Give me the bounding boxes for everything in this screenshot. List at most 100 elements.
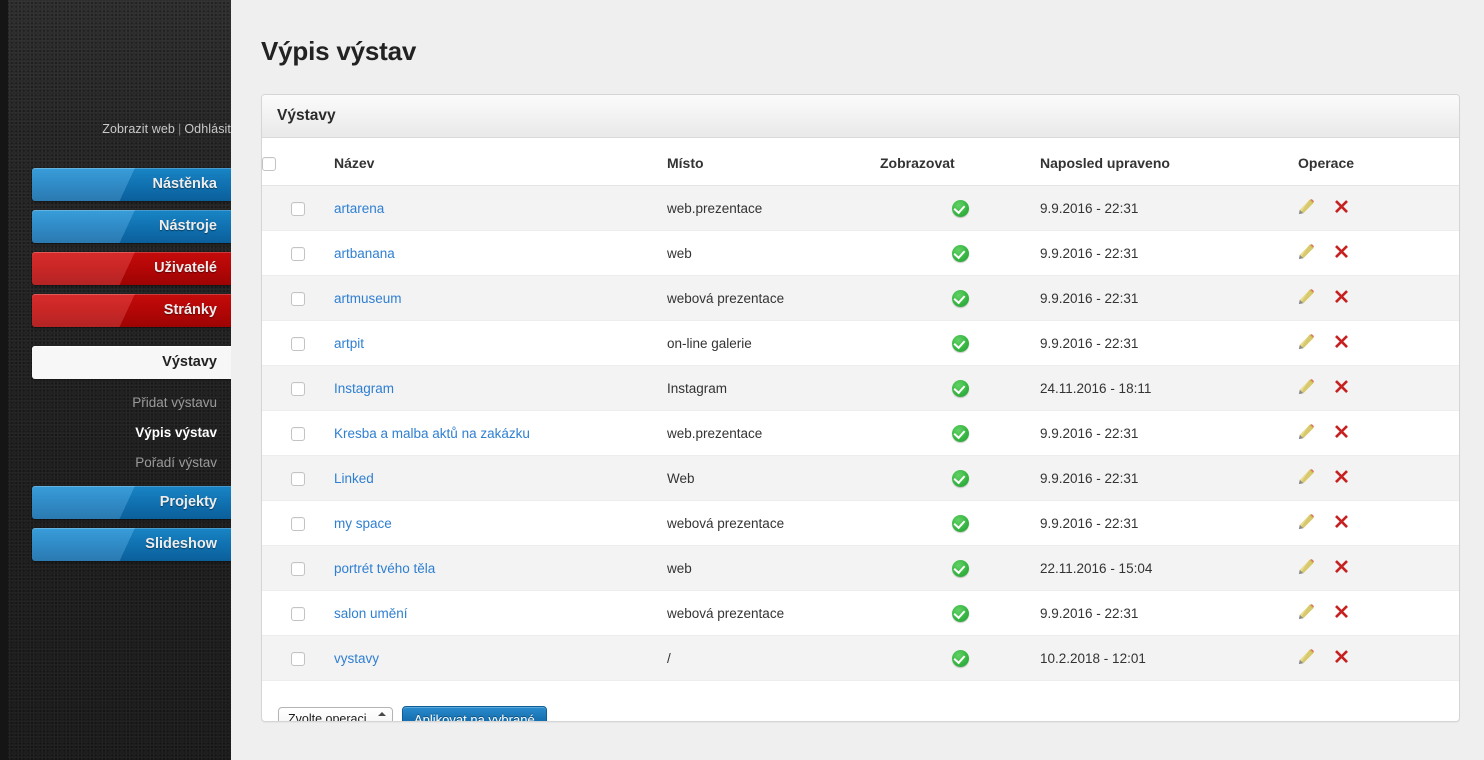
exhibition-name-link[interactable]: artpit — [334, 336, 364, 351]
row-visible-cell — [880, 410, 1040, 457]
exhibition-name-link[interactable]: my space — [334, 516, 392, 531]
row-checkbox[interactable] — [291, 427, 305, 442]
edit-icon[interactable] — [1298, 558, 1334, 578]
sidebar-subitem-pridat-vystavu[interactable]: Přidat výstavu — [8, 388, 231, 418]
exhibition-modified: 9.9.2016 - 22:31 — [1040, 515, 1139, 531]
edit-icon[interactable] — [1298, 378, 1334, 398]
column-select-all — [262, 138, 334, 187]
sidebar-item-vystavy[interactable]: Výstavy — [32, 346, 231, 379]
row-place-cell: webová prezentace — [667, 590, 880, 637]
sidebar-nav: Nástěnka Nástroje Uživatelé Stránky Výst… — [8, 168, 231, 570]
visible-check-icon — [951, 469, 969, 487]
sidebar-subitem-vypis-vystav[interactable]: Výpis výstav — [8, 418, 231, 448]
row-checkbox[interactable] — [291, 562, 305, 577]
delete-icon[interactable] — [1334, 199, 1349, 217]
edit-icon[interactable] — [1298, 648, 1334, 668]
sidebar-item-nastroje[interactable]: Nástroje — [32, 210, 231, 243]
logout-link[interactable]: Odhlásit — [184, 122, 231, 136]
row-checkbox[interactable] — [291, 652, 305, 667]
select-all-checkbox[interactable] — [262, 157, 276, 172]
main-content: Výpis výstav Výstavy Název Místo Zobrazo… — [231, 0, 1484, 760]
edit-icon[interactable] — [1298, 513, 1334, 533]
exhibition-modified: 9.9.2016 - 22:31 — [1040, 605, 1139, 621]
row-modified-cell: 9.9.2016 - 22:31 — [1040, 230, 1298, 277]
sidebar-item-slideshow[interactable]: Slideshow — [32, 528, 231, 561]
exhibition-name-link[interactable]: Linked — [334, 471, 374, 486]
panel-header-title: Výstavy — [277, 107, 336, 124]
column-header-naposled-upraveno: Naposled upraveno — [1040, 138, 1298, 187]
row-name-cell: artpit — [334, 320, 667, 367]
row-name-cell: Kresba a malba aktů na zakázku — [334, 410, 667, 457]
sidebar-subitem-poradi-vystav[interactable]: Pořadí výstav — [8, 448, 231, 478]
row-select-cell — [262, 275, 334, 322]
row-modified-cell: 9.9.2016 - 22:31 — [1040, 455, 1298, 502]
row-visible-cell — [880, 545, 1040, 592]
delete-icon[interactable] — [1334, 604, 1349, 622]
exhibition-name-link[interactable]: artbanana — [334, 246, 395, 261]
sidebar-item-stranky[interactable]: Stránky — [32, 294, 231, 327]
exhibition-name-link[interactable]: vystavy — [334, 651, 379, 666]
exhibition-modified: 22.11.2016 - 15:04 — [1040, 560, 1153, 576]
edit-icon[interactable] — [1298, 243, 1334, 263]
row-checkbox[interactable] — [291, 202, 305, 217]
table-row: artmuseum webová prezentace 9.9.2016 - 22:… — [262, 275, 1459, 322]
delete-icon[interactable] — [1334, 289, 1349, 307]
exhibition-place: Web — [667, 470, 695, 486]
row-checkbox[interactable] — [291, 607, 305, 622]
edit-icon[interactable] — [1298, 333, 1334, 353]
panel-header: Výstavy — [262, 95, 1459, 138]
sidebar-item-projekty[interactable]: Projekty — [32, 486, 231, 519]
sidebar-topbar: Zobrazit web | Odhlásit — [8, 0, 231, 148]
exhibition-modified: 9.9.2016 - 22:31 — [1040, 245, 1139, 261]
edit-icon[interactable] — [1298, 423, 1334, 443]
row-checkbox[interactable] — [291, 472, 305, 487]
edit-icon[interactable] — [1298, 468, 1334, 488]
table-row: portrét tvého těla web 22.11.2016 - 15:04 — [262, 545, 1459, 592]
edit-icon[interactable] — [1298, 603, 1334, 623]
exhibition-modified: 24.11.2016 - 18:11 — [1040, 380, 1152, 396]
exhibition-name-link[interactable]: salon umění — [334, 606, 408, 621]
view-site-link[interactable]: Zobrazit web — [102, 122, 175, 136]
row-checkbox[interactable] — [291, 517, 305, 532]
exhibition-name-link[interactable]: artmuseum — [334, 291, 402, 306]
delete-icon[interactable] — [1334, 334, 1349, 352]
delete-icon[interactable] — [1334, 559, 1349, 577]
row-select-cell — [262, 230, 334, 277]
row-modified-cell: 22.11.2016 - 15:04 — [1040, 545, 1298, 592]
row-select-cell — [262, 545, 334, 592]
exhibition-name-link[interactable]: portrét tvého těla — [334, 561, 435, 576]
row-checkbox[interactable] — [291, 382, 305, 397]
exhibition-name-link[interactable]: Instagram — [334, 381, 394, 396]
delete-icon[interactable] — [1334, 244, 1349, 262]
delete-icon[interactable] — [1334, 424, 1349, 442]
table-row: salon umění webová prezentace 9.9.2016 - 2… — [262, 590, 1459, 637]
sidebar-subnav: Přidat výstavu Výpis výstav Pořadí výsta… — [8, 388, 231, 478]
edit-icon[interactable] — [1298, 198, 1334, 218]
table-header-row: Název Místo Zobrazovat Naposled upraveno… — [262, 138, 1459, 187]
edit-icon[interactable] — [1298, 288, 1334, 308]
apply-to-selected-button[interactable]: Aplikovat na vybrané — [402, 706, 547, 721]
sidebar-top-links: Zobrazit web | Odhlásit — [102, 122, 231, 136]
row-name-cell: portrét tvého těla — [334, 545, 667, 592]
delete-icon[interactable] — [1334, 469, 1349, 487]
row-select-cell — [262, 320, 334, 367]
delete-icon[interactable] — [1334, 514, 1349, 532]
row-checkbox[interactable] — [291, 247, 305, 262]
row-select-cell — [262, 410, 334, 457]
exhibition-name-link[interactable]: Kresba a malba aktů na zakázku — [334, 426, 530, 441]
row-checkbox[interactable] — [291, 337, 305, 352]
delete-icon[interactable] — [1334, 379, 1349, 397]
delete-icon[interactable] — [1334, 649, 1349, 667]
sidebar-item-uzivatele[interactable]: Uživatelé — [32, 252, 231, 285]
row-checkbox[interactable] — [291, 292, 305, 307]
row-visible-cell — [880, 590, 1040, 637]
sidebar-item-nastenka[interactable]: Nástěnka — [32, 168, 231, 201]
row-operations-cell — [1298, 635, 1459, 682]
operation-select[interactable]: Zvolte operaci... — [278, 707, 393, 721]
exhibition-name-link[interactable]: artarena — [334, 201, 384, 216]
exhibition-place: webová prezentace — [667, 515, 785, 531]
row-operations-cell — [1298, 185, 1459, 232]
row-visible-cell — [880, 365, 1040, 412]
sidebar: Zobrazit web | Odhlásit Nástěnka Nástroje … — [0, 0, 231, 760]
table-row: artpit on-line galerie 9.9.2016 - 22:31 — [262, 320, 1459, 367]
